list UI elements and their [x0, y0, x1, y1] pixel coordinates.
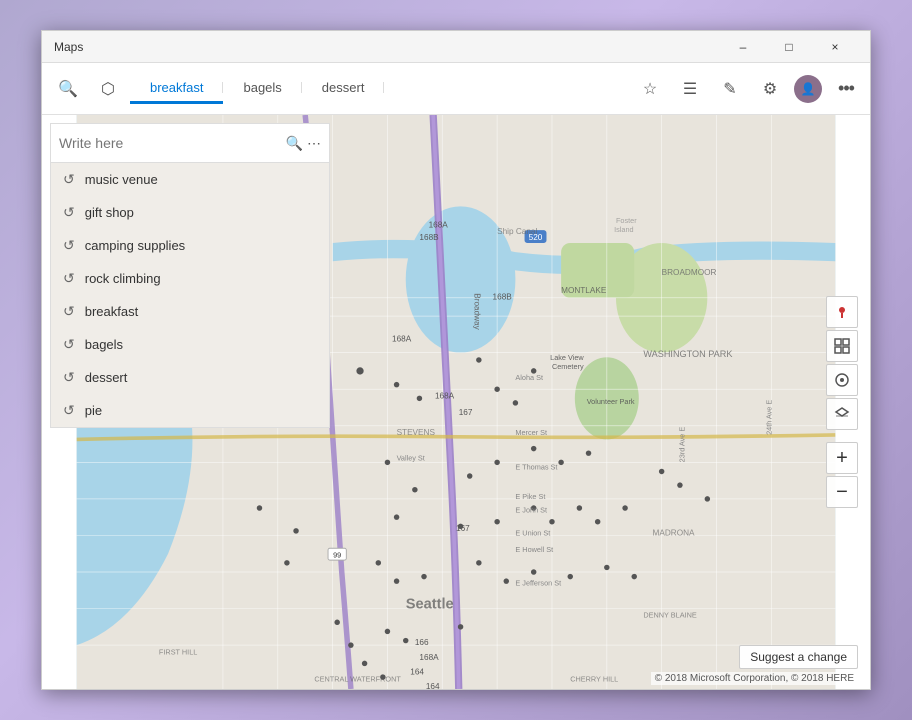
svg-text:Cemetery: Cemetery — [552, 362, 584, 371]
svg-text:BROADMOOR: BROADMOOR — [662, 268, 717, 277]
suggestion-bagels[interactable]: ↺ bagels — [51, 328, 329, 361]
search-icon[interactable]: 🔍 — [50, 71, 86, 107]
avatar[interactable]: 👤 — [794, 75, 822, 103]
svg-text:E Pike St: E Pike St — [515, 492, 545, 501]
search-suggestions: ↺ music venue ↺ gift shop ↺ camping supp… — [50, 163, 330, 428]
svg-text:168A: 168A — [429, 220, 449, 229]
svg-text:168A: 168A — [392, 335, 412, 344]
svg-text:Volunteer Park: Volunteer Park — [587, 397, 635, 406]
history-icon-7: ↺ — [63, 369, 75, 386]
layers-button[interactable] — [826, 398, 858, 430]
svg-text:STEVENS: STEVENS — [397, 428, 436, 437]
history-icon-4: ↺ — [63, 270, 75, 287]
suggestion-camping[interactable]: ↺ camping supplies — [51, 229, 329, 262]
history-icon: ↺ — [63, 171, 75, 188]
close-button[interactable]: × — [812, 31, 858, 63]
target-button[interactable] — [826, 364, 858, 396]
favorites-icon[interactable]: ☆ — [634, 73, 666, 105]
tab-breakfast[interactable]: breakfast — [130, 74, 223, 104]
history-icon-8: ↺ — [63, 402, 75, 419]
location-pin-button[interactable] — [826, 296, 858, 328]
svg-text:167: 167 — [459, 408, 473, 417]
svg-text:164: 164 — [426, 682, 440, 689]
svg-text:E Union St: E Union St — [515, 528, 550, 537]
window-title: Maps — [54, 40, 720, 54]
title-bar-controls: – □ × — [720, 31, 858, 63]
suggestion-rock-climbing[interactable]: ↺ rock climbing — [51, 262, 329, 295]
main-content: Broadway Aloha St Mercer St E Pike St E … — [42, 115, 870, 689]
svg-text:Mercer St: Mercer St — [515, 428, 547, 437]
svg-text:168B: 168B — [493, 293, 513, 302]
svg-text:CENTRAL WATERFRONT: CENTRAL WATERFRONT — [314, 675, 401, 684]
svg-text:E Howell St: E Howell St — [515, 545, 553, 554]
svg-text:Valley St: Valley St — [397, 453, 425, 462]
svg-text:Ship Canal: Ship Canal — [497, 227, 537, 236]
toolbar: 🔍 ⬡ breakfast bagels dessert ☆ ☰ ✎ ⚙ 👤 •… — [42, 63, 870, 115]
svg-text:Broadway: Broadway — [472, 293, 481, 330]
search-submit-icon[interactable]: 🔍 — [286, 135, 303, 152]
search-more-icon[interactable]: ⋯ — [307, 135, 321, 152]
history-icon-3: ↺ — [63, 237, 75, 254]
svg-text:Foster: Foster — [616, 216, 637, 225]
toolbar-actions: ☆ ☰ ✎ ⚙ 👤 ••• — [634, 73, 862, 105]
search-input-row: 🔍 ⋯ — [50, 123, 330, 163]
svg-text:MADRONA: MADRONA — [653, 528, 696, 537]
history-icon-6: ↺ — [63, 336, 75, 353]
more-icon[interactable]: ••• — [830, 73, 862, 105]
svg-text:Seattle: Seattle — [406, 597, 454, 613]
grid-view-button[interactable] — [826, 330, 858, 362]
settings-icon[interactable]: ⚙ — [754, 73, 786, 105]
control-divider — [826, 432, 858, 440]
list-icon[interactable]: ☰ — [674, 73, 706, 105]
suggestion-dessert[interactable]: ↺ dessert — [51, 361, 329, 394]
history-icon-2: ↺ — [63, 204, 75, 221]
zoom-in-button[interactable]: + — [826, 442, 858, 474]
search-tabs: breakfast bagels dessert — [130, 74, 630, 104]
history-icon-5: ↺ — [63, 303, 75, 320]
svg-text:Lake View: Lake View — [550, 353, 584, 362]
title-bar: Maps – □ × — [42, 31, 870, 63]
zoom-out-button[interactable]: − — [826, 476, 858, 508]
search-panel: 🔍 ⋯ ↺ music venue ↺ gift shop ↺ camping … — [50, 123, 330, 428]
suggestion-music-venue[interactable]: ↺ music venue — [51, 163, 329, 196]
svg-text:FIRST HILL: FIRST HILL — [159, 647, 197, 656]
svg-text:164: 164 — [410, 667, 424, 676]
directions-icon[interactable]: ⬡ — [90, 71, 126, 107]
svg-text:WASHINGTON PARK: WASHINGTON PARK — [643, 349, 732, 359]
copyright-text: © 2018 Microsoft Corporation, © 2018 HER… — [651, 672, 858, 685]
tab-bagels[interactable]: bagels — [223, 74, 301, 104]
svg-text:168B: 168B — [419, 233, 439, 242]
svg-text:MONTLAKE: MONTLAKE — [561, 286, 607, 295]
minimize-button[interactable]: – — [720, 31, 766, 63]
suggestion-gift-shop[interactable]: ↺ gift shop — [51, 196, 329, 229]
svg-text:E Jefferson St: E Jefferson St — [515, 579, 561, 588]
suggestion-breakfast[interactable]: ↺ breakfast — [51, 295, 329, 328]
svg-text:E John St: E John St — [515, 506, 547, 515]
edit-icon[interactable]: ✎ — [714, 73, 746, 105]
svg-text:DENNY BLAINE: DENNY BLAINE — [643, 611, 697, 620]
svg-text:166: 166 — [415, 638, 429, 647]
svg-text:CHERRY HILL: CHERRY HILL — [570, 675, 618, 684]
svg-text:Aloha St: Aloha St — [515, 373, 543, 382]
map-controls: + − — [826, 296, 858, 508]
svg-text:Island: Island — [614, 225, 633, 234]
svg-text:24th Ave E: 24th Ave E — [764, 400, 773, 435]
maximize-button[interactable]: □ — [766, 31, 812, 63]
maps-window: Maps – □ × 🔍 ⬡ breakfast bagels dessert … — [41, 30, 871, 690]
svg-text:168A: 168A — [435, 391, 455, 400]
suggest-change-button[interactable]: Suggest a change — [739, 645, 858, 669]
svg-text:23rd Ave E: 23rd Ave E — [678, 427, 687, 463]
suggestion-pie[interactable]: ↺ pie — [51, 394, 329, 427]
search-input[interactable] — [59, 135, 282, 151]
tab-dessert[interactable]: dessert — [302, 74, 385, 104]
svg-text:168A: 168A — [419, 653, 439, 662]
svg-text:99: 99 — [333, 550, 341, 559]
svg-text:E Thomas St: E Thomas St — [515, 463, 557, 472]
